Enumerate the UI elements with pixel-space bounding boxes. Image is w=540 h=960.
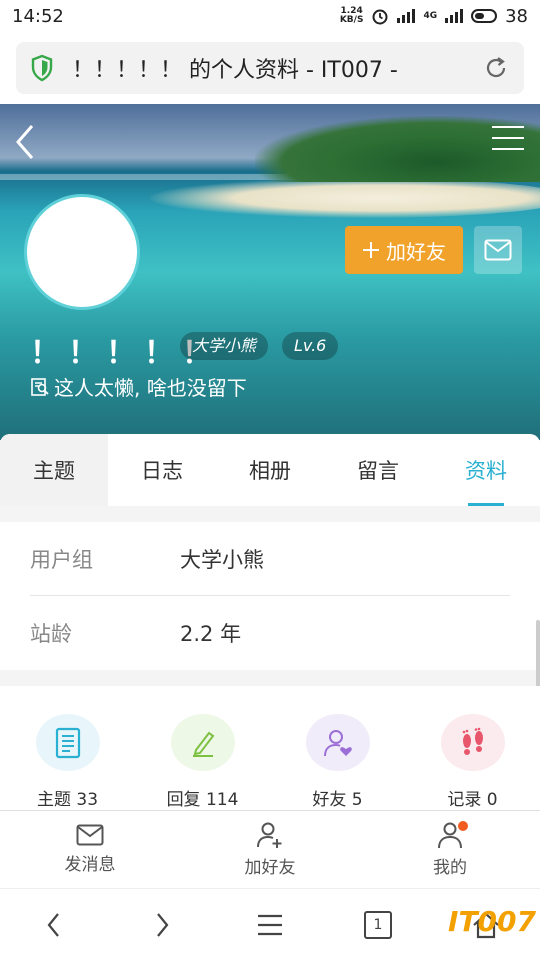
- status-icons: 1.24 KB/S 4G 38: [340, 6, 528, 27]
- browser-forward-button[interactable]: [108, 911, 216, 939]
- info-value: 大学小熊: [180, 547, 264, 572]
- tab-count-box: 1: [364, 910, 392, 939]
- refresh-icon[interactable]: [482, 54, 510, 82]
- add-friend-action[interactable]: 加好友: [180, 811, 360, 888]
- signal-icon-2: [445, 9, 464, 23]
- address-bar[interactable]: ！！！！！ 的个人资料 - IT007 -: [16, 42, 524, 94]
- signature-icon: [31, 377, 49, 396]
- profile-action-bar: 发消息 加好友 我的: [0, 810, 540, 888]
- chevron-left-icon: [47, 912, 59, 937]
- stat-label: 好友 5: [312, 790, 363, 810]
- chevron-right-icon: [157, 912, 169, 937]
- signal-icon: [397, 9, 416, 23]
- stat-topics-circle: [35, 714, 100, 771]
- signature: 这人太懒, 啥也没留下: [30, 372, 247, 401]
- browser-menu-button[interactable]: [216, 913, 324, 937]
- stat-records[interactable]: 记录 0: [405, 714, 540, 810]
- stat-label: 回复 114: [166, 790, 239, 810]
- info-row-user-group: 用户组 大学小熊: [30, 522, 510, 596]
- notification-badge: [458, 821, 468, 831]
- scrollbar[interactable]: [536, 620, 540, 690]
- info-key: 用户组: [30, 547, 93, 572]
- menu-icon[interactable]: [492, 126, 524, 158]
- beach-sand: [150, 178, 540, 218]
- hamburger-icon: [258, 914, 282, 935]
- add-friend-label: 加好友: [386, 239, 446, 264]
- tab-profile[interactable]: 资料: [432, 434, 540, 506]
- page-title: ！！！！！ 的个人资料 - IT007 -: [72, 58, 398, 83]
- pen-icon: [192, 731, 214, 757]
- watermark-logo: IT007: [448, 905, 536, 938]
- stat-replies[interactable]: 回复 114: [135, 714, 270, 810]
- info-key: 站龄: [30, 622, 72, 646]
- mail-icon: [484, 239, 512, 261]
- level-tag: Lv.6: [282, 332, 339, 360]
- friend-heart-icon: [323, 729, 352, 756]
- my-profile-action[interactable]: 我的: [360, 811, 540, 888]
- tab-topics[interactable]: 主题: [0, 434, 108, 506]
- profile-tabs: 主题 日志 相册 留言 资料: [0, 434, 540, 506]
- stat-label: 主题 33: [36, 790, 99, 810]
- back-arrow-icon[interactable]: [10, 122, 42, 162]
- tab-count: 1: [373, 916, 383, 933]
- status-time: 14:52: [12, 5, 64, 27]
- info-value: 2.2 年: [180, 622, 242, 646]
- document-icon: [55, 727, 80, 758]
- tab-blog[interactable]: 日志: [108, 434, 216, 506]
- send-message-button[interactable]: [474, 226, 522, 274]
- stat-friends[interactable]: 好友 5: [270, 714, 405, 810]
- tab-album[interactable]: 相册: [216, 434, 324, 506]
- action-label: 我的: [433, 858, 467, 878]
- send-message-action[interactable]: 发消息: [0, 811, 180, 888]
- tab-messages[interactable]: 留言: [324, 434, 432, 506]
- user-group-tag: 大学小熊: [180, 332, 269, 360]
- add-friend-button[interactable]: 加好友: [345, 226, 463, 274]
- mail-icon: [76, 824, 104, 846]
- browser-back-button[interactable]: [0, 911, 108, 939]
- action-label: 发消息: [64, 855, 116, 875]
- signature-text: 这人太懒, 啥也没留下: [54, 376, 247, 400]
- alarm-icon: [372, 9, 388, 25]
- browser-address-area: ！！！！！ 的个人资料 - IT007 -: [0, 32, 540, 104]
- stat-friends-circle: [305, 714, 370, 771]
- footprints-icon: [462, 727, 483, 755]
- profile-page: 14:52 1.24 KB/S 4G 38 ！！！！！ 的个人资料 - IT00…: [0, 0, 540, 960]
- user-stats: 主题 33 回复 114 好友 5 记录 0: [0, 686, 540, 810]
- browser-tabs-button[interactable]: 1: [324, 910, 432, 939]
- battery-icon: [471, 9, 498, 23]
- status-bar: 14:52 1.24 KB/S 4G 38: [0, 0, 540, 32]
- network-speed: 1.24 KB/S: [339, 6, 364, 25]
- avatar[interactable]: [24, 194, 140, 310]
- stat-records-circle: [440, 714, 505, 771]
- shield-icon: [31, 54, 53, 82]
- add-user-icon: [257, 822, 282, 848]
- action-label: 加好友: [244, 858, 296, 878]
- stat-replies-circle: [170, 714, 235, 771]
- info-row-member-age: 站龄 2.2 年: [30, 596, 510, 670]
- stat-topics[interactable]: 主题 33: [0, 714, 135, 810]
- profile-header: 加好友 ！！！！！ 大学小熊 Lv.6 这人太懒, 啥也没留下: [0, 104, 540, 440]
- stat-label: 记录 0: [447, 790, 498, 810]
- battery-level: 38: [505, 5, 528, 27]
- plus-icon: [363, 242, 379, 258]
- network-type: 4G: [423, 11, 438, 21]
- profile-info-card: 用户组 大学小熊 站龄 2.2 年: [0, 522, 540, 670]
